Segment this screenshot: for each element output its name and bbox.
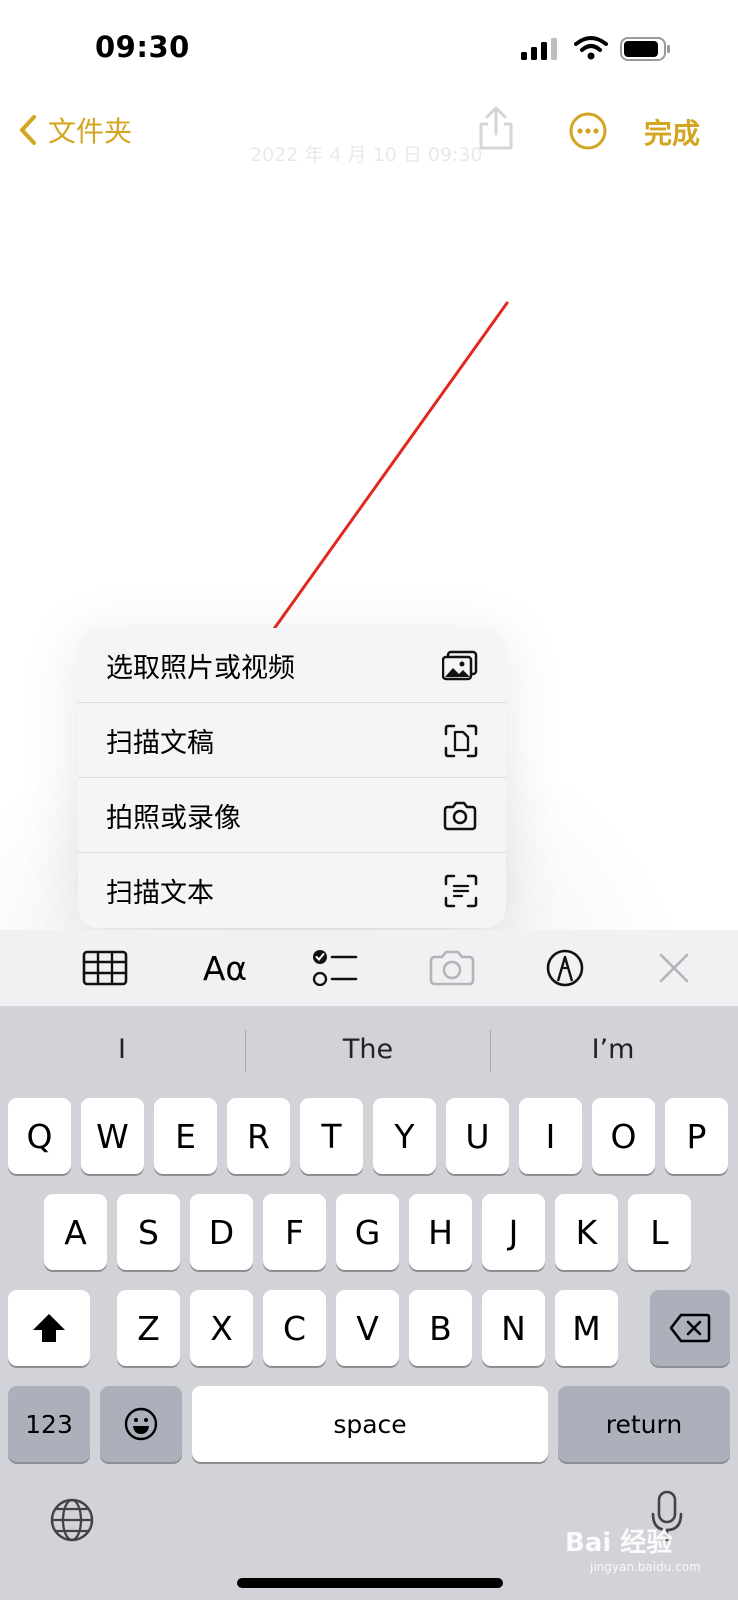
shift-key[interactable] (8, 1290, 90, 1366)
key-j[interactable]: J (482, 1194, 545, 1270)
keyboard: I The I’m Q W E R T Y U I O P A S D F G … (0, 1006, 738, 1600)
globe-button[interactable] (48, 1496, 96, 1548)
text-format-icon: Aα (202, 948, 248, 988)
key-e[interactable]: E (154, 1098, 217, 1174)
camera-icon (443, 801, 477, 830)
key-n[interactable]: N (482, 1290, 545, 1366)
close-icon (659, 953, 689, 983)
key-o[interactable]: O (592, 1098, 655, 1174)
key-f[interactable]: F (263, 1194, 326, 1270)
globe-icon (50, 1498, 94, 1542)
key-r[interactable]: R (227, 1098, 290, 1174)
photo-library-icon (442, 650, 478, 680)
watermark-url: jingyan.baidu.com (590, 1560, 701, 1574)
key-t[interactable]: T (300, 1098, 363, 1174)
key-h[interactable]: H (409, 1194, 472, 1270)
key-z[interactable]: Z (117, 1290, 180, 1366)
key-q[interactable]: Q (8, 1098, 71, 1174)
camera-icon (429, 950, 475, 986)
markup-button[interactable] (543, 930, 587, 1006)
checklist-icon (312, 950, 358, 987)
key-w[interactable]: W (81, 1098, 144, 1174)
table-button[interactable] (76, 930, 134, 1006)
key-p[interactable]: P (665, 1098, 728, 1174)
watermark-logo: Bai 经验 (565, 1528, 673, 1558)
close-toolbar-button[interactable] (654, 930, 694, 1006)
return-key[interactable]: return (558, 1386, 730, 1462)
format-toolbar: Aα (0, 930, 738, 1006)
key-l[interactable]: L (628, 1194, 691, 1270)
attachment-menu: 选取照片或视频 扫描文稿 拍照或录像 扫描文本 (78, 628, 506, 928)
scan-text-icon (444, 874, 478, 907)
emoji-icon (124, 1407, 158, 1441)
backspace-icon (669, 1313, 711, 1343)
key-x[interactable]: X (190, 1290, 253, 1366)
menu-item-label: 选取照片或视频 (106, 653, 295, 684)
numbers-key[interactable]: 123 (8, 1386, 90, 1462)
menu-item-label: 拍照或录像 (106, 803, 241, 834)
menu-item-scan-text[interactable]: 扫描文本 (78, 853, 506, 928)
key-c[interactable]: C (263, 1290, 326, 1366)
menu-item-label: 扫描文本 (106, 878, 214, 909)
menu-item-label: 扫描文稿 (106, 728, 214, 759)
menu-item-choose-photo[interactable]: 选取照片或视频 (78, 628, 506, 703)
key-g[interactable]: G (336, 1194, 399, 1270)
checklist-button[interactable] (310, 930, 360, 1006)
delete-key[interactable] (650, 1290, 730, 1366)
key-y[interactable]: Y (373, 1098, 436, 1174)
markup-pen-icon (546, 949, 584, 987)
text-format-button[interactable]: Aα (190, 930, 260, 1006)
key-a[interactable]: A (44, 1194, 107, 1270)
emoji-key[interactable] (100, 1386, 182, 1462)
home-indicator (237, 1578, 503, 1588)
camera-button[interactable] (426, 930, 478, 1006)
suggestion-1[interactable]: I (0, 1024, 244, 1074)
space-key[interactable]: space (192, 1386, 548, 1462)
menu-item-scan-document[interactable]: 扫描文稿 (78, 703, 506, 778)
scan-document-icon (444, 724, 478, 757)
key-m[interactable]: M (555, 1290, 618, 1366)
key-b[interactable]: B (409, 1290, 472, 1366)
key-d[interactable]: D (190, 1194, 253, 1270)
key-u[interactable]: U (446, 1098, 509, 1174)
key-k[interactable]: K (555, 1194, 618, 1270)
shift-icon (33, 1314, 65, 1342)
key-v[interactable]: V (336, 1290, 399, 1366)
table-icon (82, 950, 128, 986)
suggestion-2[interactable]: The (246, 1024, 490, 1074)
menu-item-take-photo[interactable]: 拍照或录像 (78, 778, 506, 853)
key-s[interactable]: S (117, 1194, 180, 1270)
suggestion-3[interactable]: I’m (491, 1024, 735, 1074)
key-i[interactable]: I (519, 1098, 582, 1174)
